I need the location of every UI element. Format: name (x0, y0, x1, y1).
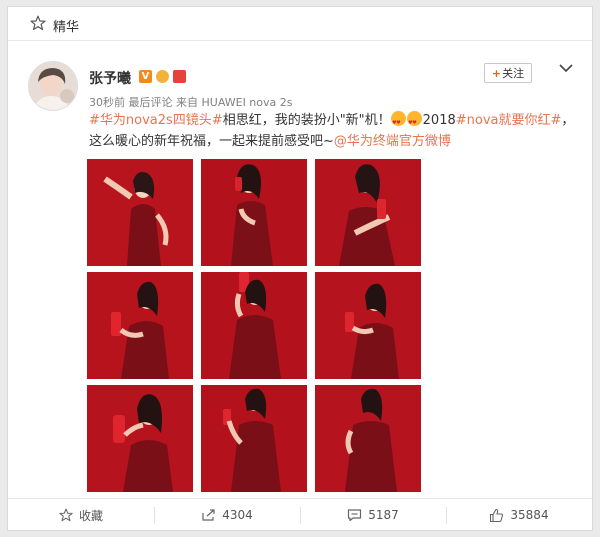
favorite-label: 收藏 (78, 508, 103, 523)
chevron-down-icon[interactable] (559, 63, 573, 73)
photo-thumbnail[interactable] (201, 272, 307, 379)
red-envelope-badge-icon (173, 70, 186, 83)
comment-button[interactable]: 5187 (300, 499, 446, 531)
photo-thumbnail[interactable] (87, 159, 193, 266)
photo-thumbnail[interactable] (201, 159, 307, 266)
post-meta: 30秒前 最后评论 来自 HUAWEI nova 2s (89, 94, 293, 110)
post-source: 最后评论 来自 HUAWEI nova 2s (128, 96, 293, 109)
photo-thumbnail[interactable] (87, 385, 193, 492)
avatar[interactable] (28, 61, 78, 111)
photo-grid (87, 159, 422, 492)
verified-v-badge: V (139, 70, 152, 83)
repost-icon (202, 509, 215, 521)
comment-count: 5187 (368, 508, 399, 522)
thumbs-up-icon (490, 508, 504, 522)
weibo-post-card: 精华 张予曦 V 30秒前 最后评论 来自 HUAWEI nova 2s + 关… (7, 6, 593, 531)
topbar: 精华 (8, 7, 592, 41)
photo-thumbnail[interactable] (201, 385, 307, 492)
photo-thumbnail[interactable] (315, 385, 421, 492)
plus-icon: + (491, 66, 502, 80)
post-text-part: 相思红，我的装扮小"新"机！ (222, 113, 391, 128)
post-text: #华为nova2s四镜头#相思红，我的装扮小"新"机！ 2018#nova就要你红… (89, 110, 579, 152)
topbar-label: 精华 (53, 20, 80, 35)
mention-link[interactable]: @华为终端官方微博 (334, 134, 451, 149)
follow-label: 关注 (502, 67, 525, 80)
star-outline-icon[interactable] (30, 15, 46, 31)
hashtag-link[interactable]: #华为nova2s四镜头# (89, 113, 223, 128)
photo-thumbnail[interactable] (87, 272, 193, 379)
comment-icon (348, 509, 362, 522)
like-count: 35884 (510, 508, 549, 522)
username[interactable]: 张予曦 (89, 68, 131, 88)
like-button[interactable]: 35884 (446, 499, 592, 531)
hashtag-link[interactable]: #nova就要你红# (456, 113, 562, 128)
star-outline-icon (59, 508, 73, 522)
action-bar: 收藏 4304 5187 35884 (8, 498, 592, 531)
post-text-part: 2018 (422, 113, 456, 128)
follow-button[interactable]: + 关注 (484, 63, 532, 83)
repost-button[interactable]: 4304 (154, 499, 300, 531)
heart-eyes-emoji-icon (407, 111, 423, 134)
favorite-button[interactable]: 收藏 (8, 499, 154, 531)
heart-eyes-emoji-icon (391, 111, 407, 134)
repost-count: 4304 (222, 508, 253, 522)
emoji-badge-icon (156, 70, 169, 83)
post-time[interactable]: 30秒前 (89, 96, 125, 109)
photo-thumbnail[interactable] (315, 159, 421, 266)
photo-thumbnail[interactable] (315, 272, 421, 379)
